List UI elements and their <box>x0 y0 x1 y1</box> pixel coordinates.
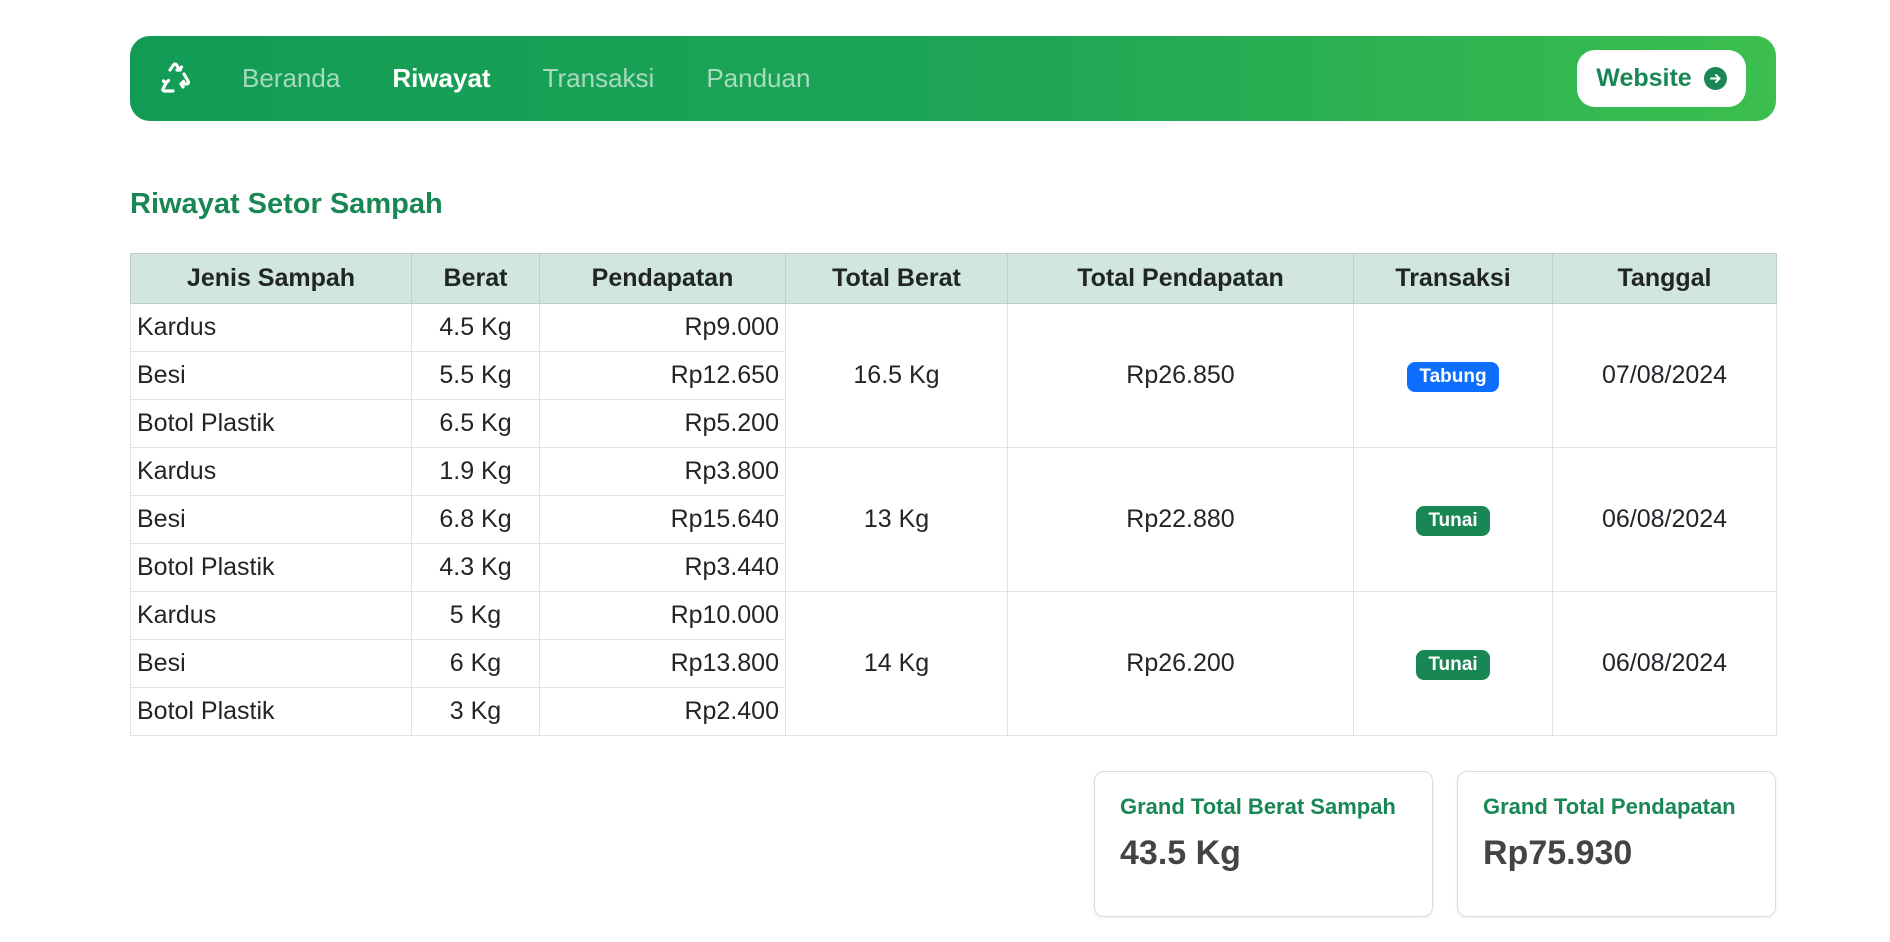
cell-jenis: Botol Plastik <box>130 543 412 592</box>
grand-total-income-title: Grand Total Pendapatan <box>1483 794 1736 819</box>
header-total-pendapatan: Total Pendapatan <box>1007 253 1354 304</box>
cell-berat: 3 Kg <box>411 687 540 736</box>
cell-jenis: Besi <box>130 351 412 400</box>
cell-jenis: Kardus <box>130 591 412 640</box>
cell-jenis: Besi <box>130 495 412 544</box>
grand-total-weight-card: Grand Total Berat Sampah 43.5 Kg <box>1094 771 1433 917</box>
cell-pendapatan: Rp5.200 <box>539 399 786 448</box>
website-button[interactable]: Website <box>1577 50 1746 107</box>
cell-transaksi: Tunai <box>1353 591 1553 736</box>
nav-links: Beranda Riwayat Transaksi Panduan <box>242 36 862 121</box>
cell-berat: 5.5 Kg <box>411 351 540 400</box>
cell-berat: 6.8 Kg <box>411 495 540 544</box>
cell-berat: 5 Kg <box>411 591 540 640</box>
cell-pendapatan: Rp15.640 <box>539 495 786 544</box>
cell-pendapatan: Rp13.800 <box>539 639 786 688</box>
header-total-berat: Total Berat <box>785 253 1008 304</box>
cell-jenis: Besi <box>130 639 412 688</box>
grand-total-weight-value: 43.5 Kg <box>1120 834 1241 872</box>
nav-link-beranda[interactable]: Beranda <box>242 63 340 94</box>
table-header-row: Jenis Sampah Berat Pendapatan Total Bera… <box>130 253 1777 304</box>
header-berat: Berat <box>411 253 540 304</box>
recycle-icon[interactable] <box>158 62 192 96</box>
grand-total-income-card: Grand Total Pendapatan Rp75.930 <box>1457 771 1776 917</box>
cell-berat: 4.3 Kg <box>411 543 540 592</box>
cell-pendapatan: Rp12.650 <box>539 351 786 400</box>
cell-total-berat: 14 Kg <box>785 591 1008 736</box>
nav-link-transaksi[interactable]: Transaksi <box>543 63 655 94</box>
cell-jenis: Botol Plastik <box>130 687 412 736</box>
header-tanggal: Tanggal <box>1552 253 1777 304</box>
table-row: Kardus 1.9 Kg Rp3.800 13 Kg Rp22.880 Tun… <box>130 447 1777 592</box>
cell-total-pendapatan: Rp22.880 <box>1007 447 1354 592</box>
cell-jenis: Botol Plastik <box>130 399 412 448</box>
cell-pendapatan: Rp3.800 <box>539 447 786 496</box>
website-button-label: Website <box>1596 64 1692 92</box>
cell-tanggal: 06/08/2024 <box>1552 447 1777 592</box>
cell-transaksi: Tunai <box>1353 447 1553 592</box>
cell-total-pendapatan: Rp26.200 <box>1007 591 1354 736</box>
cell-berat: 1.9 Kg <box>411 447 540 496</box>
cell-jenis: Kardus <box>130 447 412 496</box>
header-pendapatan: Pendapatan <box>539 253 786 304</box>
nav-link-riwayat[interactable]: Riwayat <box>392 63 490 94</box>
grand-total-weight-title: Grand Total Berat Sampah <box>1120 794 1396 819</box>
transaction-badge: Tunai <box>1416 505 1490 536</box>
cell-berat: 6.5 Kg <box>411 399 540 448</box>
cell-total-berat: 16.5 Kg <box>785 303 1008 448</box>
nav-link-panduan[interactable]: Panduan <box>706 63 810 94</box>
cell-pendapatan: Rp9.000 <box>539 303 786 352</box>
cell-total-pendapatan: Rp26.850 <box>1007 303 1354 448</box>
cell-transaksi: Tabung <box>1353 303 1553 448</box>
transaction-badge: Tunai <box>1416 649 1490 680</box>
navbar: Beranda Riwayat Transaksi Panduan Websit… <box>130 36 1776 121</box>
header-transaksi: Transaksi <box>1353 253 1553 304</box>
cell-jenis: Kardus <box>130 303 412 352</box>
cell-tanggal: 07/08/2024 <box>1552 303 1777 448</box>
cell-tanggal: 06/08/2024 <box>1552 591 1777 736</box>
page-title: Riwayat Setor Sampah <box>130 188 443 220</box>
cell-berat: 4.5 Kg <box>411 303 540 352</box>
table-row: Kardus 4.5 Kg Rp9.000 16.5 Kg Rp26.850 T… <box>130 303 1777 448</box>
history-table: Jenis Sampah Berat Pendapatan Total Bera… <box>130 253 1777 736</box>
cell-berat: 6 Kg <box>411 639 540 688</box>
cell-pendapatan: Rp10.000 <box>539 591 786 640</box>
cell-pendapatan: Rp3.440 <box>539 543 786 592</box>
arrow-right-circle-icon <box>1703 67 1727 90</box>
cell-total-berat: 13 Kg <box>785 447 1008 592</box>
transaction-badge: Tabung <box>1407 361 1499 392</box>
grand-total-income-value: Rp75.930 <box>1483 834 1633 872</box>
cell-pendapatan: Rp2.400 <box>539 687 786 736</box>
header-jenis-sampah: Jenis Sampah <box>130 253 412 304</box>
table-row: Kardus 5 Kg Rp10.000 14 Kg Rp26.200 Tuna… <box>130 591 1777 736</box>
